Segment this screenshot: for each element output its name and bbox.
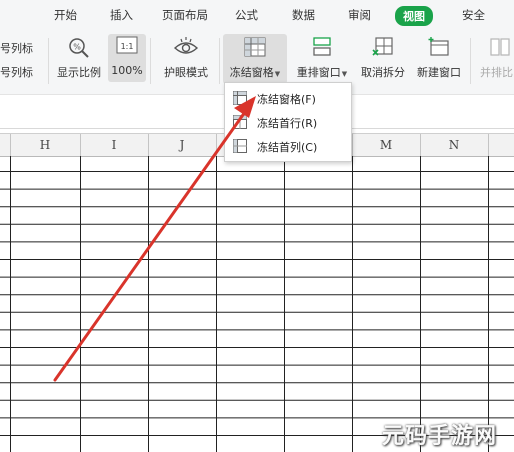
- site-watermark: 元码手游网: [382, 424, 498, 449]
- annotation-arrow: [53, 96, 256, 382]
